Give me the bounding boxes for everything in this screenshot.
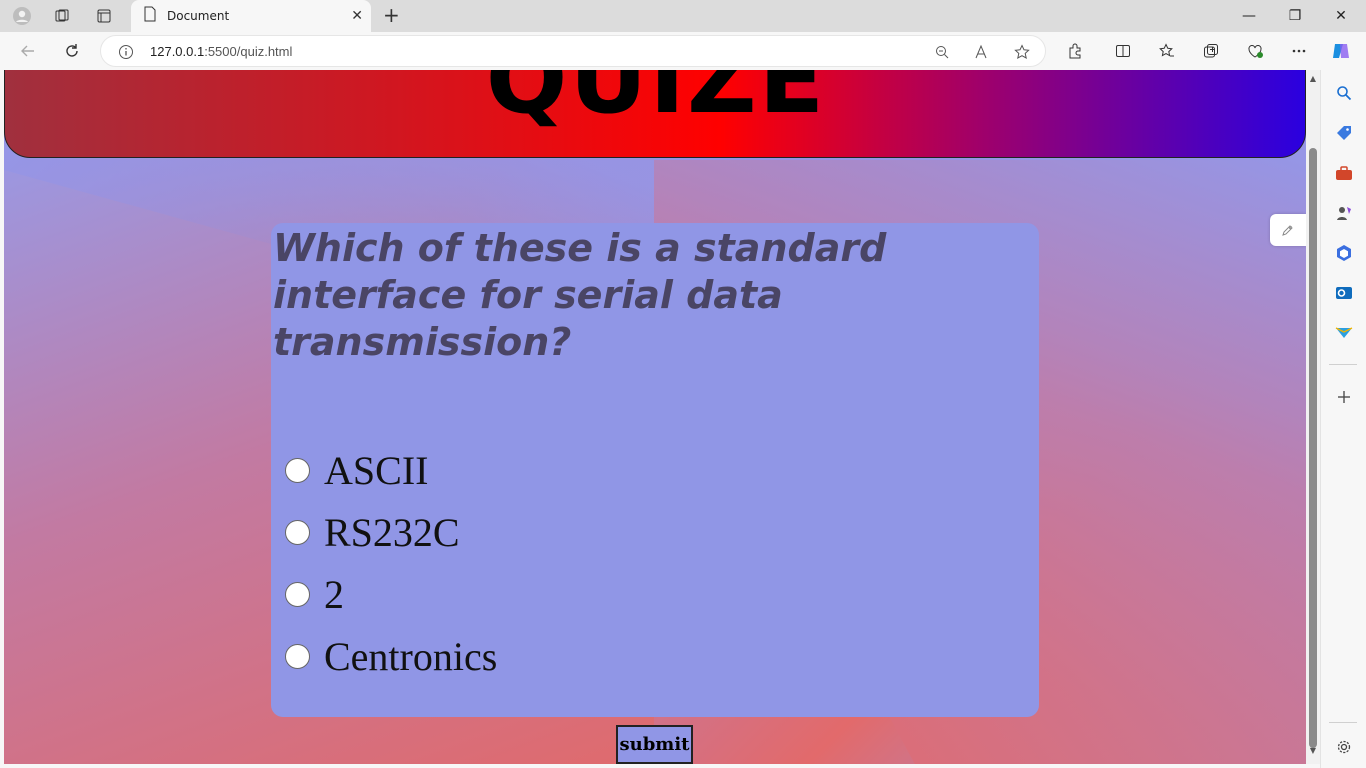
answer-option[interactable]: 2: [285, 563, 497, 625]
answer-option[interactable]: ASCII: [285, 439, 497, 501]
minimize-button[interactable]: —: [1226, 0, 1272, 32]
close-window-button[interactable]: ✕: [1318, 0, 1364, 32]
tab-close-icon[interactable]: ✕: [351, 8, 363, 24]
settings-gear-icon[interactable]: [1333, 736, 1355, 758]
refresh-icon[interactable]: [59, 39, 85, 63]
extensions-icon[interactable]: [1062, 39, 1088, 63]
tab-actions-icon[interactable]: [90, 4, 118, 28]
collections-icon[interactable]: [1198, 39, 1224, 63]
address-bar[interactable]: 127.0.0.1:5500/quiz.html: [100, 35, 1046, 67]
tools-icon[interactable]: [1333, 162, 1355, 184]
zoom-icon[interactable]: [931, 41, 953, 63]
outlook-icon[interactable]: [1333, 282, 1355, 304]
quiz-card: Which of these is a standard interface f…: [271, 223, 1039, 717]
answer-options: ASCII RS232C 2 Centronics: [285, 439, 497, 687]
add-icon[interactable]: [1333, 386, 1355, 408]
browser-essentials-icon[interactable]: [1242, 39, 1268, 63]
radio-button[interactable]: [285, 519, 310, 545]
header-banner: QUIZE: [4, 70, 1306, 158]
back-icon[interactable]: [15, 39, 41, 63]
scroll-thumb[interactable]: [1309, 148, 1317, 748]
scroll-up-icon[interactable]: ▲: [1308, 74, 1318, 83]
url-path: :5500/quiz.html: [204, 44, 293, 59]
copilot-icon[interactable]: [1328, 39, 1354, 63]
tab-document[interactable]: Document ✕: [131, 0, 371, 32]
games-icon[interactable]: [1333, 202, 1355, 224]
option-label[interactable]: Centronics: [324, 633, 497, 680]
microsoft-365-icon[interactable]: [1333, 242, 1355, 264]
answer-option[interactable]: RS232C: [285, 501, 497, 563]
option-label[interactable]: ASCII: [324, 447, 428, 494]
tab-strip: Document ✕ + — ❐ ✕: [0, 0, 1366, 32]
restore-button[interactable]: ❐: [1272, 0, 1318, 32]
url-host: 127.0.0.1: [150, 44, 205, 59]
sidebar-divider: [1329, 364, 1357, 365]
scroll-down-icon[interactable]: ▼: [1308, 746, 1318, 755]
new-tab-button[interactable]: +: [383, 4, 403, 28]
split-screen-icon[interactable]: [1110, 39, 1136, 63]
option-label[interactable]: 2: [324, 571, 344, 618]
radio-button[interactable]: [285, 457, 310, 483]
read-aloud-icon[interactable]: [971, 41, 993, 63]
rocket-icon[interactable]: [1270, 214, 1306, 246]
edge-sidebar: [1320, 70, 1366, 768]
answer-option[interactable]: Centronics: [285, 625, 497, 687]
workspaces-icon[interactable]: [48, 4, 76, 28]
question-text: Which of these is a standard interface f…: [273, 226, 887, 364]
site-info-icon[interactable]: [115, 41, 137, 63]
vertical-scrollbar[interactable]: ▲ ▼: [1306, 70, 1320, 764]
favorites-icon[interactable]: [1154, 39, 1180, 63]
more-menu-icon[interactable]: [1286, 39, 1312, 63]
radio-button[interactable]: [285, 581, 310, 607]
page-viewport: QUIZE Which of these is a standard inter…: [4, 70, 1306, 764]
submit-button[interactable]: submit: [616, 725, 693, 764]
option-label[interactable]: RS232C: [324, 509, 460, 556]
shopping-tag-icon[interactable]: [1333, 122, 1355, 144]
url-text: 127.0.0.1:5500/quiz.html: [150, 44, 292, 59]
favorite-star-icon[interactable]: [1011, 41, 1033, 63]
drop-send-icon[interactable]: [1333, 322, 1355, 344]
search-icon[interactable]: [1333, 82, 1355, 104]
tab-title: Document: [167, 9, 230, 23]
radio-button[interactable]: [285, 643, 310, 669]
sidebar-divider: [1329, 722, 1357, 723]
browser-toolbar: 127.0.0.1:5500/quiz.html: [0, 32, 1366, 70]
profile-icon[interactable]: [8, 4, 36, 28]
page-title: QUIZE: [485, 70, 827, 135]
page-icon: [143, 6, 157, 26]
